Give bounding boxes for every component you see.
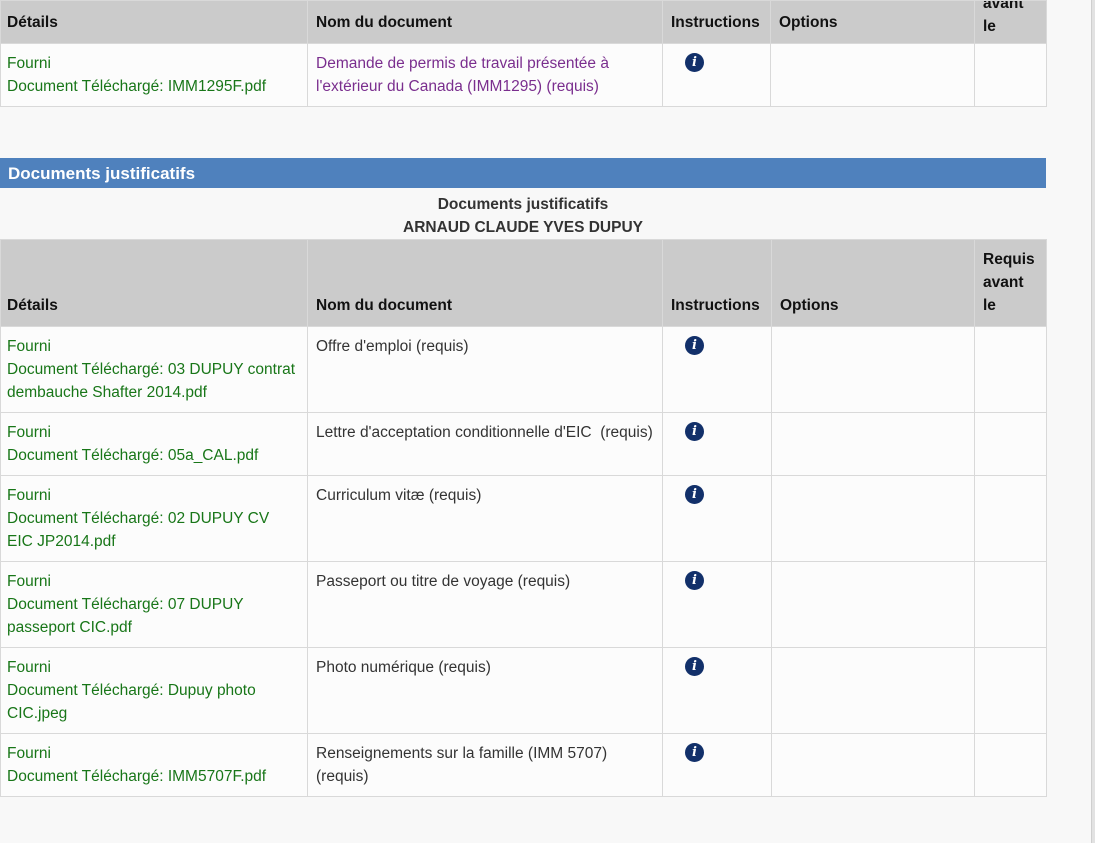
section-header-supporting-documents: Documents justificatifs — [0, 158, 1046, 188]
scrollbar-track[interactable] — [1091, 0, 1095, 843]
uploaded-file-text: Document Téléchargé: 07 DUPUY passeport … — [7, 596, 244, 636]
status-text: Fourni — [7, 487, 51, 504]
status-text: Fourni — [7, 745, 51, 762]
options-cell — [771, 326, 975, 413]
status-text: Fourni — [7, 659, 51, 676]
document-name-cell: Photo numérique (requis) — [307, 647, 663, 734]
info-icon[interactable]: i — [685, 571, 704, 590]
document-name-cell: Renseignements sur la famille (IMM 5707)… — [307, 733, 663, 797]
required-before-cell — [974, 647, 1047, 734]
table-row: Fourni Document Téléchargé: Dupuy photo … — [0, 647, 1047, 734]
instructions-cell: i — [662, 561, 772, 648]
status-text: Fourni — [7, 338, 51, 355]
column-header-instructions: Instructions — [662, 0, 771, 44]
options-cell — [771, 561, 975, 648]
details-cell: Fourni Document Téléchargé: 05a_CAL.pdf — [0, 412, 308, 476]
info-icon[interactable]: i — [685, 422, 704, 441]
document-link[interactable]: Demande de permis de travail présentée à… — [316, 55, 609, 95]
column-header-required-before: Requis avant le — [974, 239, 1047, 327]
uploaded-file-text: Document Téléchargé: IMM5707F.pdf — [7, 768, 267, 785]
uploaded-file-text: Document Téléchargé: IMM1295F.pdf — [7, 78, 267, 95]
info-icon[interactable]: i — [685, 743, 704, 762]
details-cell: Fourni Document Téléchargé: IMM1295F.pdf — [0, 43, 308, 107]
column-header-required-before: avant le — [974, 0, 1047, 44]
table-row: Fourni Document Téléchargé: IMM1295F.pdf… — [0, 43, 1047, 107]
options-cell — [771, 412, 975, 476]
column-header-options: Options — [770, 0, 975, 44]
uploaded-file-text: Document Téléchargé: 03 DUPUY contrat de… — [7, 361, 296, 401]
column-header-document-name: Nom du document — [307, 239, 663, 327]
uploaded-file-text: Document Téléchargé: 05a_CAL.pdf — [7, 447, 259, 464]
document-name-cell: Offre d'emploi (requis) — [307, 326, 663, 413]
required-before-cell — [974, 733, 1047, 797]
instructions-cell: i — [662, 647, 772, 734]
table-row: Fourni Document Téléchargé: 02 DUPUY CV … — [0, 475, 1047, 562]
table-row: Fourni Document Téléchargé: 03 DUPUY con… — [0, 326, 1047, 413]
uploaded-file-text: Document Téléchargé: Dupuy photo CIC.jpe… — [7, 682, 256, 722]
supporting-documents-table: Détails Nom du document Instructions Opt… — [0, 239, 1047, 797]
applicant-name: ARNAUD CLAUDE YVES DUPUY — [403, 219, 643, 236]
application-forms-table: Détails Nom du document Instructions Opt… — [0, 0, 1047, 107]
instructions-cell: i — [662, 733, 772, 797]
status-text: Fourni — [7, 573, 51, 590]
info-icon[interactable]: i — [685, 336, 704, 355]
instructions-cell: i — [662, 475, 772, 562]
document-name-cell: Curriculum vitæ (requis) — [307, 475, 663, 562]
details-cell: Fourni Document Téléchargé: IMM5707F.pdf — [0, 733, 308, 797]
options-cell — [770, 43, 975, 107]
options-cell — [771, 475, 975, 562]
table-row: Fourni Document Téléchargé: 05a_CAL.pdf … — [0, 412, 1047, 476]
info-icon[interactable]: i — [685, 53, 704, 72]
instructions-cell: i — [662, 326, 772, 413]
uploaded-file-text: Document Téléchargé: 02 DUPUY CV EIC JP2… — [7, 510, 270, 550]
details-cell: Fourni Document Téléchargé: Dupuy photo … — [0, 647, 308, 734]
details-cell: Fourni Document Téléchargé: 07 DUPUY pas… — [0, 561, 308, 648]
status-text: Fourni — [7, 55, 51, 72]
document-name-cell: Demande de permis de travail présentée à… — [307, 43, 663, 107]
instructions-cell: i — [662, 412, 772, 476]
required-before-cell — [974, 561, 1047, 648]
column-header-options: Options — [771, 239, 975, 327]
options-cell — [771, 733, 975, 797]
info-icon[interactable]: i — [685, 485, 704, 504]
options-cell — [771, 647, 975, 734]
details-cell: Fourni Document Téléchargé: 03 DUPUY con… — [0, 326, 308, 413]
document-name-cell: Passeport ou titre de voyage (requis) — [307, 561, 663, 648]
status-text: Fourni — [7, 424, 51, 441]
column-header-details: Détails — [0, 239, 308, 327]
instructions-cell: i — [662, 43, 771, 107]
document-name-cell: Lettre d'acceptation conditionnelle d'EI… — [307, 412, 663, 476]
table-row: Fourni Document Téléchargé: 07 DUPUY pas… — [0, 561, 1047, 648]
required-before-cell — [974, 326, 1047, 413]
details-cell: Fourni Document Téléchargé: 02 DUPUY CV … — [0, 475, 308, 562]
info-icon[interactable]: i — [685, 657, 704, 676]
table-row: Fourni Document Téléchargé: IMM5707F.pdf… — [0, 733, 1047, 797]
required-before-cell — [974, 43, 1047, 107]
column-header-document-name: Nom du document — [307, 0, 663, 44]
column-header-details: Détails — [0, 0, 308, 44]
required-before-cell — [974, 412, 1047, 476]
required-before-cell — [974, 475, 1047, 562]
column-header-instructions: Instructions — [662, 239, 772, 327]
table-caption-title: Documents justificatifs — [437, 196, 609, 213]
